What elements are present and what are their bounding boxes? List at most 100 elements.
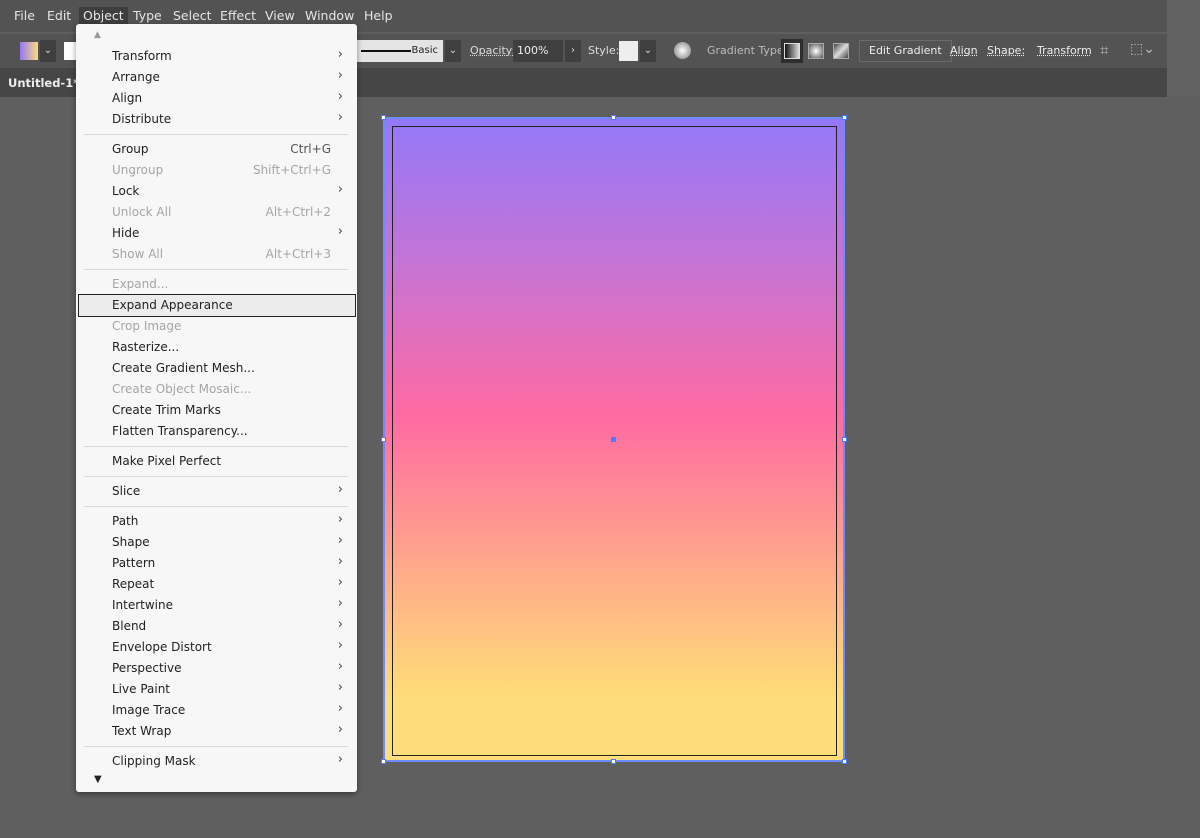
- menu-item-clipping-mask[interactable]: Clipping Mask ›: [76, 751, 357, 772]
- stroke-line-icon: [361, 50, 411, 52]
- menu-item-image-trace[interactable]: Image Trace ›: [76, 700, 357, 721]
- menu-item-shortcut: Ctrl+G: [290, 142, 331, 156]
- menu-edit[interactable]: Edit: [47, 8, 71, 23]
- submenu-chevron-icon: ›: [337, 617, 343, 632]
- menu-item-lock[interactable]: Lock ›: [76, 181, 357, 202]
- style-label: Style:: [588, 44, 620, 57]
- menu-help[interactable]: Help: [364, 8, 393, 23]
- menu-item-label: Slice: [112, 484, 141, 498]
- menu-item-pattern[interactable]: Pattern ›: [76, 553, 357, 574]
- menu-item-label: Text Wrap: [112, 724, 172, 738]
- menu-select[interactable]: Select: [173, 8, 212, 23]
- menu-item-create-gradient-mesh[interactable]: Create Gradient Mesh...: [76, 358, 357, 379]
- menu-item-arrange[interactable]: Arrange ›: [76, 67, 357, 88]
- recolor-artwork-icon[interactable]: [674, 42, 691, 59]
- menu-item-label: Create Gradient Mesh...: [112, 361, 255, 375]
- menu-item-label: Unlock All: [112, 205, 172, 219]
- right-panel-strip: [1167, 0, 1200, 97]
- menu-item-label: Make Pixel Perfect: [112, 454, 222, 468]
- menu-item-label: Show All: [112, 247, 164, 261]
- menu-item-group[interactable]: Group Ctrl+G: [76, 139, 357, 160]
- menu-separator: [84, 746, 348, 747]
- menu-item-path[interactable]: Path ›: [76, 511, 357, 532]
- menu-item-shape[interactable]: Shape ›: [76, 532, 357, 553]
- menu-effect[interactable]: Effect: [220, 8, 256, 23]
- style-dropdown-icon[interactable]: ⌄: [640, 40, 656, 62]
- menu-separator: [84, 506, 348, 507]
- stroke-style-dropdown-icon[interactable]: ⌄: [445, 40, 461, 62]
- menu-item-label: Arrange: [112, 70, 160, 84]
- menu-item-blend[interactable]: Blend ›: [76, 616, 357, 637]
- menu-item-label: Ungroup: [112, 163, 164, 177]
- scroll-up-icon[interactable]: ▲: [94, 30, 101, 40]
- menu-object[interactable]: Object: [79, 7, 128, 24]
- handle-bottom-left[interactable]: [381, 759, 386, 764]
- menu-item-perspective[interactable]: Perspective ›: [76, 658, 357, 679]
- shape-link[interactable]: Shape:: [987, 44, 1025, 57]
- submenu-chevron-icon: ›: [337, 680, 343, 695]
- radial-gradient-button[interactable]: [808, 43, 824, 59]
- menu-item-shortcut: Alt+Ctrl+3: [265, 247, 331, 261]
- menu-item-slice[interactable]: Slice ›: [76, 481, 357, 502]
- menu-view[interactable]: View: [265, 8, 295, 23]
- menu-item-live-paint[interactable]: Live Paint ›: [76, 679, 357, 700]
- menu-item-label: Lock: [112, 184, 140, 198]
- opacity-arrow-icon[interactable]: ›: [565, 40, 581, 62]
- linear-gradient-button[interactable]: [781, 39, 803, 63]
- menu-item-expand-appearance[interactable]: Expand Appearance: [78, 294, 356, 317]
- handle-bottom[interactable]: [611, 759, 616, 764]
- menu-item-label: Path: [112, 514, 139, 528]
- menu-item-label: Create Object Mosaic...: [112, 382, 252, 396]
- freeform-gradient-button[interactable]: [833, 43, 849, 59]
- edit-gradient-button[interactable]: Edit Gradient: [859, 40, 952, 62]
- fill-dropdown-icon[interactable]: ⌄: [40, 40, 56, 62]
- scroll-down-icon[interactable]: ▼: [94, 774, 102, 785]
- handle-top[interactable]: [611, 115, 616, 120]
- menu-window[interactable]: Window: [305, 8, 354, 23]
- menu-item-flatten-transparency[interactable]: Flatten Transparency...: [76, 421, 357, 442]
- menu-item-label: Transform: [112, 49, 172, 63]
- center-point: [611, 437, 616, 442]
- menu-item-align[interactable]: Align ›: [76, 88, 357, 109]
- handle-right[interactable]: [842, 437, 847, 442]
- submenu-chevron-icon: ›: [337, 638, 343, 653]
- menu-separator: [84, 269, 348, 270]
- menu-item-transform[interactable]: Transform ›: [76, 46, 357, 67]
- transform-link[interactable]: Transform: [1037, 44, 1092, 57]
- menu-item-label: Blend: [112, 619, 147, 633]
- select-similar-icon[interactable]: ⬚⌄: [1130, 41, 1155, 57]
- opacity-label[interactable]: Opacity:: [470, 44, 515, 57]
- handle-left[interactable]: [381, 437, 386, 442]
- fill-swatch[interactable]: [20, 42, 38, 60]
- menu-item-envelope-distort[interactable]: Envelope Distort ›: [76, 637, 357, 658]
- menu-item-distribute[interactable]: Distribute ›: [76, 109, 357, 130]
- menu-item-create-trim-marks[interactable]: Create Trim Marks: [76, 400, 357, 421]
- menu-item-label: Repeat: [112, 577, 155, 591]
- handle-top-left[interactable]: [381, 115, 386, 120]
- menu-item-label: Envelope Distort: [112, 640, 212, 654]
- menu-file[interactable]: File: [14, 8, 35, 23]
- menu-item-intertwine[interactable]: Intertwine ›: [76, 595, 357, 616]
- handle-top-right[interactable]: [842, 115, 847, 120]
- submenu-chevron-icon: ›: [337, 575, 343, 590]
- menu-item-label: Clipping Mask: [112, 754, 196, 768]
- menu-item-label: Distribute: [112, 112, 172, 126]
- submenu-chevron-icon: ›: [337, 182, 343, 197]
- menu-type[interactable]: Type: [133, 8, 162, 23]
- menu-item-unlock-all: Unlock All Alt+Ctrl+2: [76, 202, 357, 223]
- menu-item-repeat[interactable]: Repeat ›: [76, 574, 357, 595]
- menu-item-text-wrap[interactable]: Text Wrap ›: [76, 721, 357, 742]
- style-swatch[interactable]: [619, 41, 638, 61]
- isolate-icon[interactable]: ⌗: [1100, 41, 1108, 59]
- submenu-chevron-icon: ›: [337, 110, 343, 125]
- stroke-profile-select[interactable]: Basic: [357, 40, 443, 62]
- align-link[interactable]: Align: [950, 44, 978, 57]
- submenu-chevron-icon: ›: [337, 512, 343, 527]
- opacity-input[interactable]: 100%: [513, 40, 563, 62]
- menu-item-rasterize[interactable]: Rasterize...: [76, 337, 357, 358]
- menu-item-hide[interactable]: Hide ›: [76, 223, 357, 244]
- submenu-chevron-icon: ›: [337, 533, 343, 548]
- handle-bottom-right[interactable]: [842, 759, 847, 764]
- menu-item-make-pixel-perfect[interactable]: Make Pixel Perfect: [76, 451, 357, 472]
- menu-item-label: Rasterize...: [112, 340, 180, 354]
